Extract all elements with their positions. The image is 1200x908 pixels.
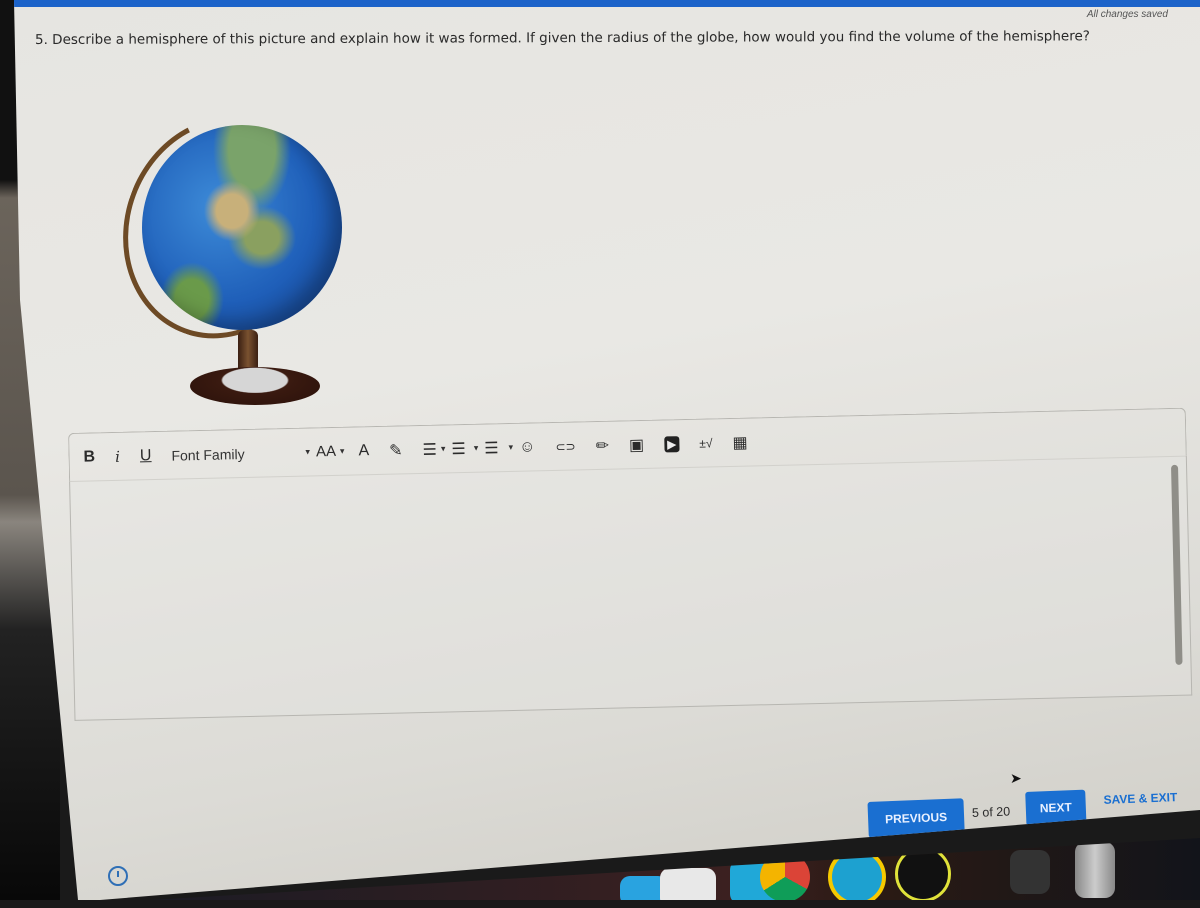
image-icon[interactable]: ▣ [629, 434, 645, 454]
italic-button[interactable]: i [115, 447, 120, 465]
editor-scrollbar[interactable] [1171, 464, 1183, 665]
pencil-icon[interactable]: ✏ [595, 435, 609, 455]
align-icon[interactable]: ☰ [422, 439, 437, 459]
math-icon[interactable]: ±√ [699, 436, 712, 450]
video-icon[interactable]: ▶ [663, 435, 680, 452]
highlight-icon[interactable]: ✎ [389, 440, 403, 460]
underline-button[interactable]: U [140, 447, 152, 465]
numbered-list-caret-icon[interactable]: ▾ [474, 443, 479, 454]
font-size-caret-icon[interactable]: ▾ [340, 446, 345, 457]
bold-button[interactable]: B [83, 448, 95, 466]
question-text: 5. Describe a hemisphere of this picture… [34, 28, 1090, 48]
font-size-button[interactable]: AA [316, 443, 336, 460]
question-navigation: PREVIOUS 5 of 20 NEXT SAVE & EXIT [867, 777, 1199, 840]
chrome-icon[interactable] [760, 852, 810, 900]
bullet-list-icon[interactable]: ☰ [484, 438, 499, 458]
save-exit-link[interactable]: SAVE & EXIT [1103, 790, 1177, 807]
previous-button[interactable]: PREVIOUS [867, 798, 965, 838]
dock-app-icon[interactable] [828, 848, 886, 900]
font-family-caret-icon[interactable]: ▾ [305, 447, 310, 458]
numbered-list-icon[interactable]: ☰ [451, 438, 466, 458]
answer-textarea[interactable] [69, 455, 1193, 721]
page-indicator: 5 of 20 [971, 804, 1011, 820]
next-button[interactable]: NEXT [1025, 789, 1087, 826]
font-color-icon[interactable]: A [358, 442, 369, 460]
dock-app-icon[interactable] [1010, 850, 1050, 894]
dock-app-icon[interactable] [895, 846, 951, 900]
globe-base [190, 367, 320, 405]
rich-text-editor: B i U Font Family ▾ AA ▾ A ✎ ☰ ▾ ☰ ▾ ☰ ▾… [68, 407, 1193, 723]
bullet-list-caret-icon[interactable]: ▾ [509, 442, 514, 453]
clock-icon[interactable] [108, 866, 128, 886]
emoji-icon[interactable]: ☺ [519, 438, 536, 456]
table-icon[interactable]: ▦ [732, 432, 748, 452]
font-family-select[interactable]: Font Family [171, 444, 291, 464]
align-caret-icon[interactable]: ▾ [441, 443, 446, 454]
screen: All changes saved 5. Describe a hemisphe… [14, 0, 1200, 900]
link-icon[interactable]: ⊂⊃ [555, 439, 575, 453]
trash-icon[interactable] [1075, 842, 1115, 898]
top-bar [14, 0, 1200, 7]
globe-sphere [142, 125, 342, 330]
save-status: All changes saved [1086, 9, 1168, 20]
dock-app-icon[interactable] [660, 868, 716, 900]
globe-image [92, 88, 353, 415]
